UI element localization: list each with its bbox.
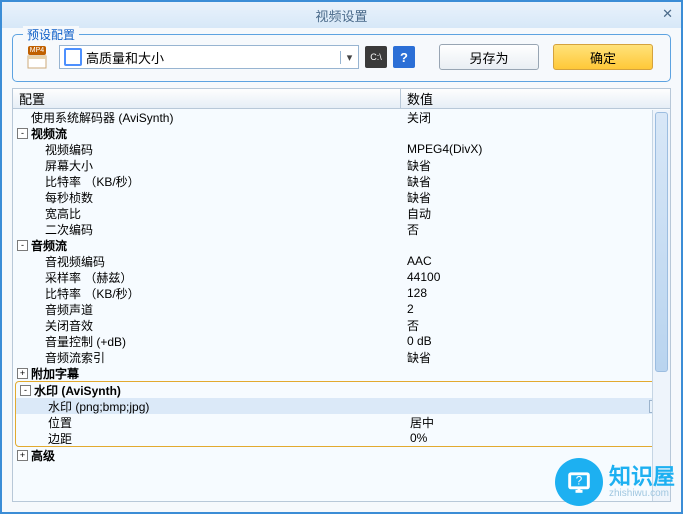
- property-row[interactable]: 音视频编码 AAC: [13, 253, 670, 269]
- window-title: 视频设置: [315, 6, 367, 25]
- section-row[interactable]: +附加字幕: [13, 365, 670, 381]
- row-value: 关闭: [407, 109, 431, 126]
- property-row[interactable]: 关闭音效 否: [13, 317, 670, 333]
- section-row[interactable]: -视频流: [13, 125, 670, 141]
- row-value: 否: [407, 221, 419, 238]
- collapse-icon[interactable]: -: [17, 240, 28, 251]
- logo-subtext: zhishiwu.com: [609, 488, 675, 499]
- property-row[interactable]: 水印 (png;bmp;jpg)..: [16, 398, 667, 414]
- scrollbar-thumb[interactable]: [655, 112, 668, 372]
- close-icon[interactable]: ✕: [662, 6, 673, 22]
- row-label: 水印 (AviSynth): [34, 382, 121, 399]
- settings-grid: 配置 数值 使用系统解码器 (AviSynth)关闭-视频流视频编码MPEG4(…: [12, 88, 671, 502]
- property-row[interactable]: 每秒桢数 缺省: [13, 189, 670, 205]
- row-label: 每秒桢数: [45, 189, 93, 206]
- property-row[interactable]: 宽高比 自动: [13, 205, 670, 221]
- property-row[interactable]: 采样率 （赫兹） 44100: [13, 269, 670, 285]
- cmd-icon[interactable]: C:\: [365, 46, 387, 68]
- logo-icon: ?: [555, 458, 603, 506]
- row-value: 缺省: [407, 189, 431, 206]
- row-label: 音频声道: [45, 301, 93, 318]
- property-row[interactable]: 视频编码 MPEG4(DivX): [13, 141, 670, 157]
- row-label: 水印 (png;bmp;jpg): [48, 398, 149, 415]
- property-row[interactable]: 二次编码 否: [13, 221, 670, 237]
- preset-panel: 预设配置 MP4 高质量和大小 ▾ C:\ ? 另存为 确定: [12, 34, 671, 82]
- row-label: 音视频编码: [45, 253, 105, 270]
- chevron-down-icon[interactable]: ▾: [340, 51, 358, 64]
- row-value: AAC: [407, 254, 432, 268]
- property-row[interactable]: 比特率 （KB/秒） 缺省: [13, 173, 670, 189]
- row-label: 音量控制 (+dB): [45, 333, 126, 350]
- expand-icon[interactable]: +: [17, 450, 28, 461]
- property-row[interactable]: 使用系统解码器 (AviSynth) 关闭: [13, 109, 670, 125]
- property-row[interactable]: 位置 居中: [16, 414, 667, 430]
- row-label: 使用系统解码器 (AviSynth): [31, 109, 173, 126]
- property-row[interactable]: 屏幕大小 缺省: [13, 157, 670, 173]
- logo-text: 知识屋: [609, 466, 675, 488]
- row-label: 关闭音效: [45, 317, 93, 334]
- row-label: 音频流: [31, 237, 67, 254]
- row-label: 比特率 （KB/秒）: [45, 173, 140, 190]
- col-header-value[interactable]: 数值: [401, 89, 670, 108]
- row-label: 二次编码: [45, 221, 93, 238]
- vertical-scrollbar[interactable]: [652, 110, 670, 501]
- row-value: 缺省: [407, 173, 431, 190]
- preset-combo[interactable]: 高质量和大小 ▾: [59, 45, 359, 69]
- col-header-config[interactable]: 配置: [13, 89, 401, 108]
- property-row[interactable]: 音量控制 (+dB) 0 dB: [13, 333, 670, 349]
- row-value: MPEG4(DivX): [407, 142, 482, 156]
- property-row[interactable]: 音频流索引 缺省: [13, 349, 670, 365]
- site-watermark: ? 知识屋 zhishiwu.com: [555, 458, 675, 506]
- preset-selected-text: 高质量和大小: [86, 48, 340, 67]
- mp4-format-icon: MP4: [21, 41, 53, 73]
- expand-icon[interactable]: +: [17, 368, 28, 379]
- row-value: 2: [407, 302, 414, 316]
- row-value: 128: [407, 286, 427, 300]
- row-value: 自动: [407, 205, 431, 222]
- property-row[interactable]: 比特率 （KB/秒） 128: [13, 285, 670, 301]
- row-label: 采样率 （赫兹）: [45, 269, 132, 286]
- ok-button[interactable]: 确定: [553, 44, 653, 70]
- row-value: 居中: [410, 414, 434, 431]
- row-value: 0 dB: [407, 334, 432, 348]
- property-row[interactable]: 边距 0%: [16, 430, 667, 446]
- row-label: 比特率 （KB/秒）: [45, 285, 140, 302]
- help-icon[interactable]: ?: [393, 46, 415, 68]
- svg-text:?: ?: [576, 474, 583, 487]
- property-row[interactable]: 音频声道 2: [13, 301, 670, 317]
- row-label: 位置: [48, 414, 72, 431]
- row-value: 缺省: [407, 349, 431, 366]
- row-label: 音频流索引: [45, 349, 105, 366]
- row-value: 否: [407, 317, 419, 334]
- row-label: 附加字幕: [31, 365, 79, 382]
- section-row[interactable]: -音频流: [13, 237, 670, 253]
- collapse-icon[interactable]: -: [17, 128, 28, 139]
- collapse-icon[interactable]: -: [20, 385, 31, 396]
- save-as-button[interactable]: 另存为: [439, 44, 539, 70]
- row-value: 0%: [410, 431, 427, 445]
- row-label: 视频编码: [45, 141, 93, 158]
- row-label: 高级: [31, 447, 55, 464]
- row-label: 视频流: [31, 125, 67, 142]
- section-row[interactable]: -水印 (AviSynth): [16, 382, 667, 398]
- film-icon: [64, 48, 82, 66]
- row-label: 屏幕大小: [45, 157, 93, 174]
- titlebar: 视频设置 ✕: [2, 2, 681, 28]
- preset-legend: 预设配置: [23, 26, 79, 43]
- row-label: 宽高比: [45, 205, 81, 222]
- grid-header: 配置 数值: [13, 89, 670, 109]
- row-value: 缺省: [407, 157, 431, 174]
- row-label: 边距: [48, 430, 72, 447]
- row-value: 44100: [407, 270, 440, 284]
